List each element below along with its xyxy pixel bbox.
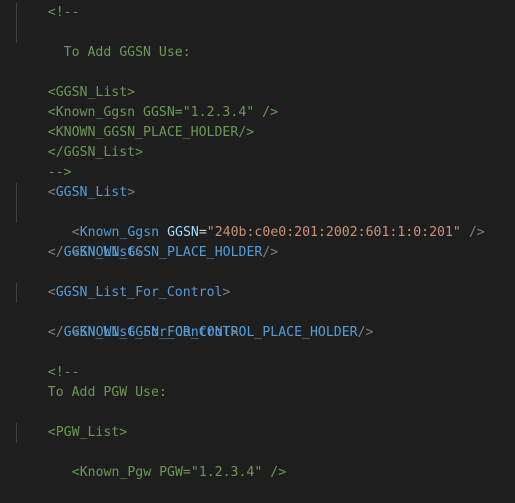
code-line [0,23,515,43]
indent-guide [16,423,17,443]
code-line: <PGW_List> [0,403,515,440]
indent-guide [16,23,17,43]
code-line: To Add PGW Use: [0,363,515,400]
code-line: <!-- [0,343,515,380]
code-line: <GGSN_List_For_Control> [0,263,515,300]
indent-guide [16,283,17,303]
code-line: </GGSN_List_For_Control> [0,303,515,340]
code-line: </GGSN_List> [0,223,515,260]
code-line: <Known_Ggsn GGSN="240b:c0e0:201:2002:601… [0,183,515,240]
code-line: --> [0,143,515,180]
code-line: <GGSN_List> [0,163,515,200]
code-line: <KNOWN_GGSN_PLACE_HOLDER/> [0,203,515,260]
code-line: <Known_Pgw PGW="1.2.3.4" /> [0,423,515,480]
code-line: </GGSN_List> [0,123,515,160]
indent-guide [16,183,17,203]
code-line: <GGSN_List> [0,63,515,100]
indent-guide [16,3,17,23]
code-line: <KNOWN_GGSN_PLACE_HOLDER/> [0,103,515,140]
code-line: <Known_Ggsn GGSN="1.2.3.4" /> [0,83,515,120]
code-editor[interactable]: <!-- To Add GGSN Use: <GGSN_List> <Known… [0,0,515,480]
indent-guide [16,203,17,223]
comment-example-known: <Known_Pgw PGW="1.2.3.4" /> [71,465,287,480]
code-line: <KNOWN_GGSN_FOR_CONTROL_PLACE_HOLDER/> [0,283,515,340]
code-line: To Add GGSN Use: [0,3,515,60]
